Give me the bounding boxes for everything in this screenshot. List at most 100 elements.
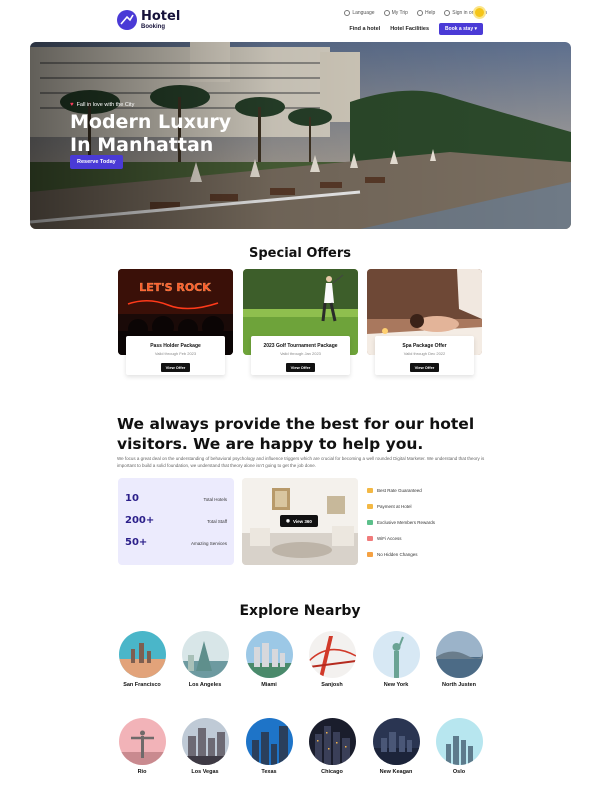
view-offer-button[interactable]: View Offer: [285, 363, 316, 372]
logo-icon: [117, 10, 137, 30]
reserve-today-button[interactable]: Reserve Today: [70, 155, 123, 169]
feature-label: No Hidden Changes: [377, 551, 418, 557]
theme-toggle-sun-icon[interactable]: [475, 8, 484, 17]
my-trip-label: My Trip: [391, 10, 408, 16]
city-photo: [181, 631, 229, 678]
stat-row: 200+ Total Staff: [125, 515, 227, 526]
city-name: Los Vegas: [191, 769, 219, 775]
stat-label: Total Staff: [207, 519, 227, 524]
city-photo: [118, 718, 166, 765]
city-los-vegas[interactable]: Los Vegas: [175, 718, 235, 776]
city-name: San Francisco: [123, 682, 161, 688]
offer-card: Spa Package Offer Valid through Dec 2022…: [367, 269, 482, 375]
city-texas[interactable]: Texas: [239, 718, 299, 776]
hero-banner: ♥ Fall in love with the City Modern Luxu…: [30, 42, 571, 229]
city-photo: [435, 718, 483, 765]
offer-card: 2023 Golf Tournament Package Valid throu…: [243, 269, 358, 375]
nav-find-hotel[interactable]: Find a hotel: [349, 26, 380, 32]
site-header: Hotel Booking Language My Trip Help Sign…: [0, 0, 600, 40]
hero-tagline-text: Fall in love with the City: [76, 102, 135, 108]
city-name: Miami: [261, 682, 277, 688]
offer-title: Spa Package Offer: [402, 343, 447, 349]
feature-label: WiFi Access: [377, 535, 402, 541]
view-offer-button[interactable]: View Offer: [409, 363, 440, 372]
room-photo: ◉ View 360: [242, 478, 358, 565]
feature-item: Payment at Hotel: [367, 498, 435, 514]
tag-icon: [367, 487, 373, 493]
city-photo: [181, 718, 229, 765]
city-miami[interactable]: Miami: [239, 631, 299, 689]
city-name: Rio: [137, 769, 147, 775]
city-photo: [435, 631, 483, 678]
main-nav: Find a hotel Hotel Facilities Book a sta…: [349, 23, 483, 35]
offer-photo-sign: LET'S ROCK: [139, 281, 211, 294]
about-paragraph: We focus a great deal on the understandi…: [117, 456, 485, 468]
city-rio[interactable]: Rio: [112, 718, 172, 776]
feature-label: Best Rate Guaranteed: [377, 487, 422, 493]
nav-hotel-facilities[interactable]: Hotel Facilities: [390, 26, 429, 32]
stat-value: 50+: [125, 537, 148, 548]
utility-links: Language My Trip Help Sign in or Login: [344, 10, 487, 16]
globe-icon: [344, 10, 351, 16]
feature-label: Exclusive Members Rewards: [377, 519, 436, 525]
help-link[interactable]: Help: [416, 10, 436, 16]
offer-info-card: 2023 Golf Tournament Package Valid throu…: [251, 336, 350, 375]
about-heading: We always provide the best for our hotel…: [117, 415, 475, 453]
view-360-button[interactable]: ◉ View 360: [280, 515, 318, 527]
city-name: New Keagan: [379, 769, 413, 775]
city-name: New York: [383, 682, 409, 688]
language-link[interactable]: Language: [344, 10, 375, 16]
stat-value: 10: [125, 493, 139, 504]
city-photo: [308, 718, 356, 765]
hero-title-line1: Modern Luxury: [70, 111, 232, 133]
suitcase-icon: [383, 10, 390, 16]
city-photo: [372, 718, 420, 765]
offer-info-card: Pass Holder Package Valid through Feb 20…: [126, 336, 225, 375]
wifi-icon: [367, 535, 373, 541]
city-new-keagan[interactable]: New Keagan: [366, 718, 426, 776]
view-offer-button[interactable]: View Offer: [160, 363, 191, 372]
city-chicago[interactable]: Chicago: [302, 718, 362, 776]
language-label: Language: [352, 10, 375, 16]
city-name: Oslo: [452, 769, 466, 775]
feature-item: Exclusive Members Rewards: [367, 514, 435, 530]
city-photo: [308, 631, 356, 678]
eye-icon: ◉: [286, 518, 290, 523]
city-photo: [372, 631, 420, 678]
help-label: Help: [424, 10, 436, 16]
hero-tagline: ♥ Fall in love with the City: [70, 102, 134, 108]
feature-label: Payment at Hotel: [377, 503, 412, 509]
city-san-francisco[interactable]: San Francisco: [112, 631, 172, 689]
special-offers-title: Special Offers: [249, 246, 351, 261]
user-icon: [444, 10, 451, 16]
city-photo: [245, 631, 293, 678]
offer-info-card: Spa Package Offer Valid through Dec 2022…: [375, 336, 474, 375]
offer-valid: Valid through Jan 2023: [280, 351, 321, 356]
city-sanjosh[interactable]: Sanjosh: [302, 631, 362, 689]
city-name: North Justen: [442, 682, 476, 688]
city-los-angeles[interactable]: Los Angeles: [175, 631, 235, 689]
my-trip-link[interactable]: My Trip: [383, 10, 408, 16]
book-stay-button[interactable]: Book a stay ▾: [439, 23, 483, 35]
city-name: Chicago: [321, 769, 343, 775]
city-north-justen[interactable]: North Justen: [429, 631, 489, 689]
feature-item: Best Rate Guaranteed: [367, 482, 435, 498]
stats-panel: 10 Total Hotels 200+ Total Staff 50+ Ama…: [118, 478, 234, 565]
hero-title: Modern Luxury In Manhattan: [70, 111, 231, 157]
stat-label: Amazing Services: [190, 541, 227, 546]
card-icon: [367, 503, 373, 509]
stat-value: 200+: [125, 515, 155, 526]
offer-valid: Valid through Dec 2022: [403, 351, 446, 356]
city-photo: [245, 718, 293, 765]
logo-title: Hotel: [141, 9, 181, 24]
offer-valid: Valid through Feb 2023: [154, 351, 197, 356]
offer-title: Pass Holder Package: [150, 343, 201, 349]
city-oslo[interactable]: Oslo: [429, 718, 489, 776]
stat-label: Total Hotels: [203, 497, 227, 502]
gift-icon: [367, 519, 373, 525]
offer-title: 2023 Golf Tournament Package: [263, 343, 338, 349]
logo[interactable]: Hotel Booking: [117, 10, 180, 30]
city-name: Texas: [261, 769, 277, 775]
city-name: Sanjosh: [321, 682, 343, 688]
city-new-york[interactable]: New York: [366, 631, 426, 689]
